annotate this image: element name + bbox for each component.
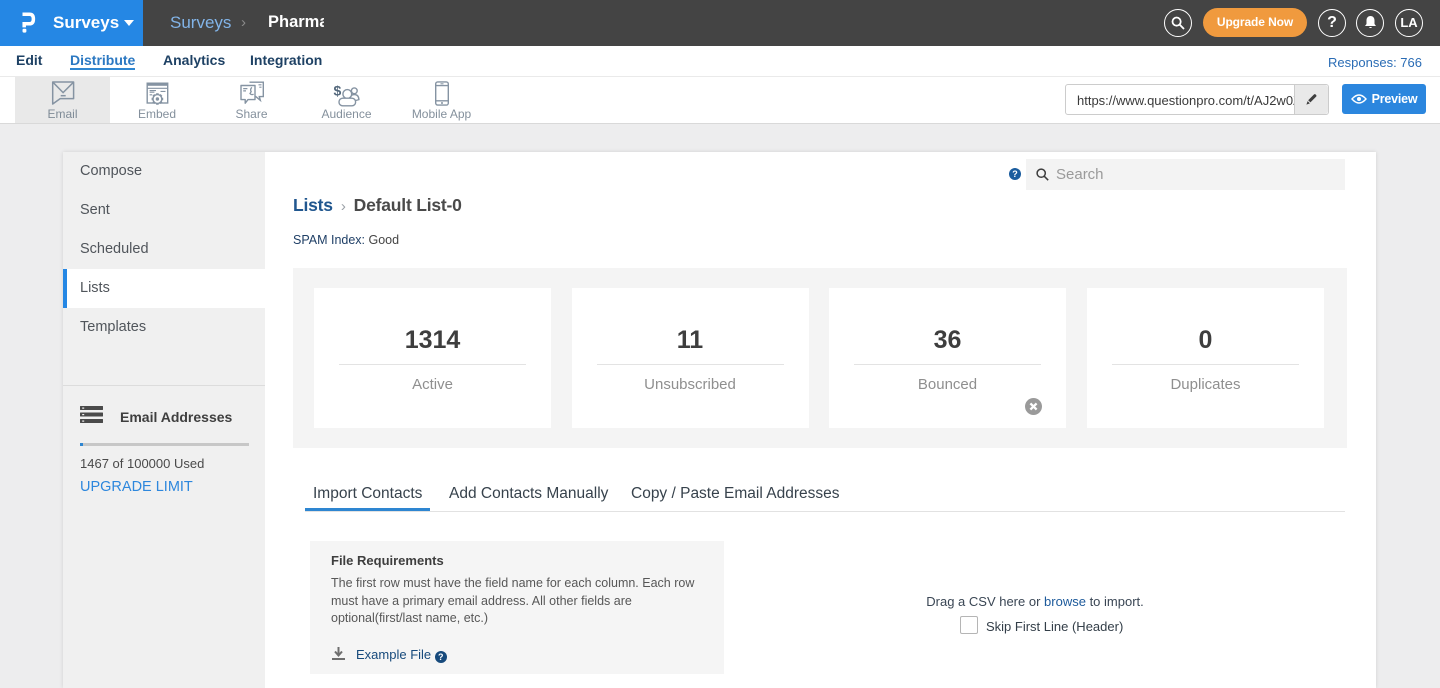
svg-text:$: $ [333,83,341,99]
